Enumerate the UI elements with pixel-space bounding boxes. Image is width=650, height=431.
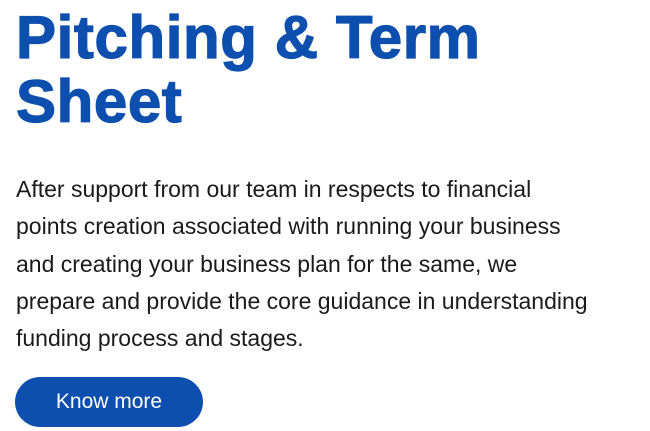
title-line-2: Sheet — [15, 68, 183, 135]
description-line-5: funding process and stages. — [16, 325, 304, 352]
description-line-4: prepare and provide the core guidance in… — [16, 287, 588, 314]
section-title: Pitching & Term Sheet — [15, 4, 636, 135]
section-description: After support from our team in respects … — [16, 171, 646, 357]
description-line-3: and creating your business plan for the … — [16, 250, 518, 277]
know-more-label: Know more — [55, 390, 163, 413]
title-line-1: Pitching & Term — [15, 4, 481, 71]
description-line-2: points creation associated with running … — [16, 213, 561, 240]
know-more-button[interactable]: Know more — [15, 377, 203, 427]
description-line-1: After support from our team in respects … — [16, 176, 532, 202]
